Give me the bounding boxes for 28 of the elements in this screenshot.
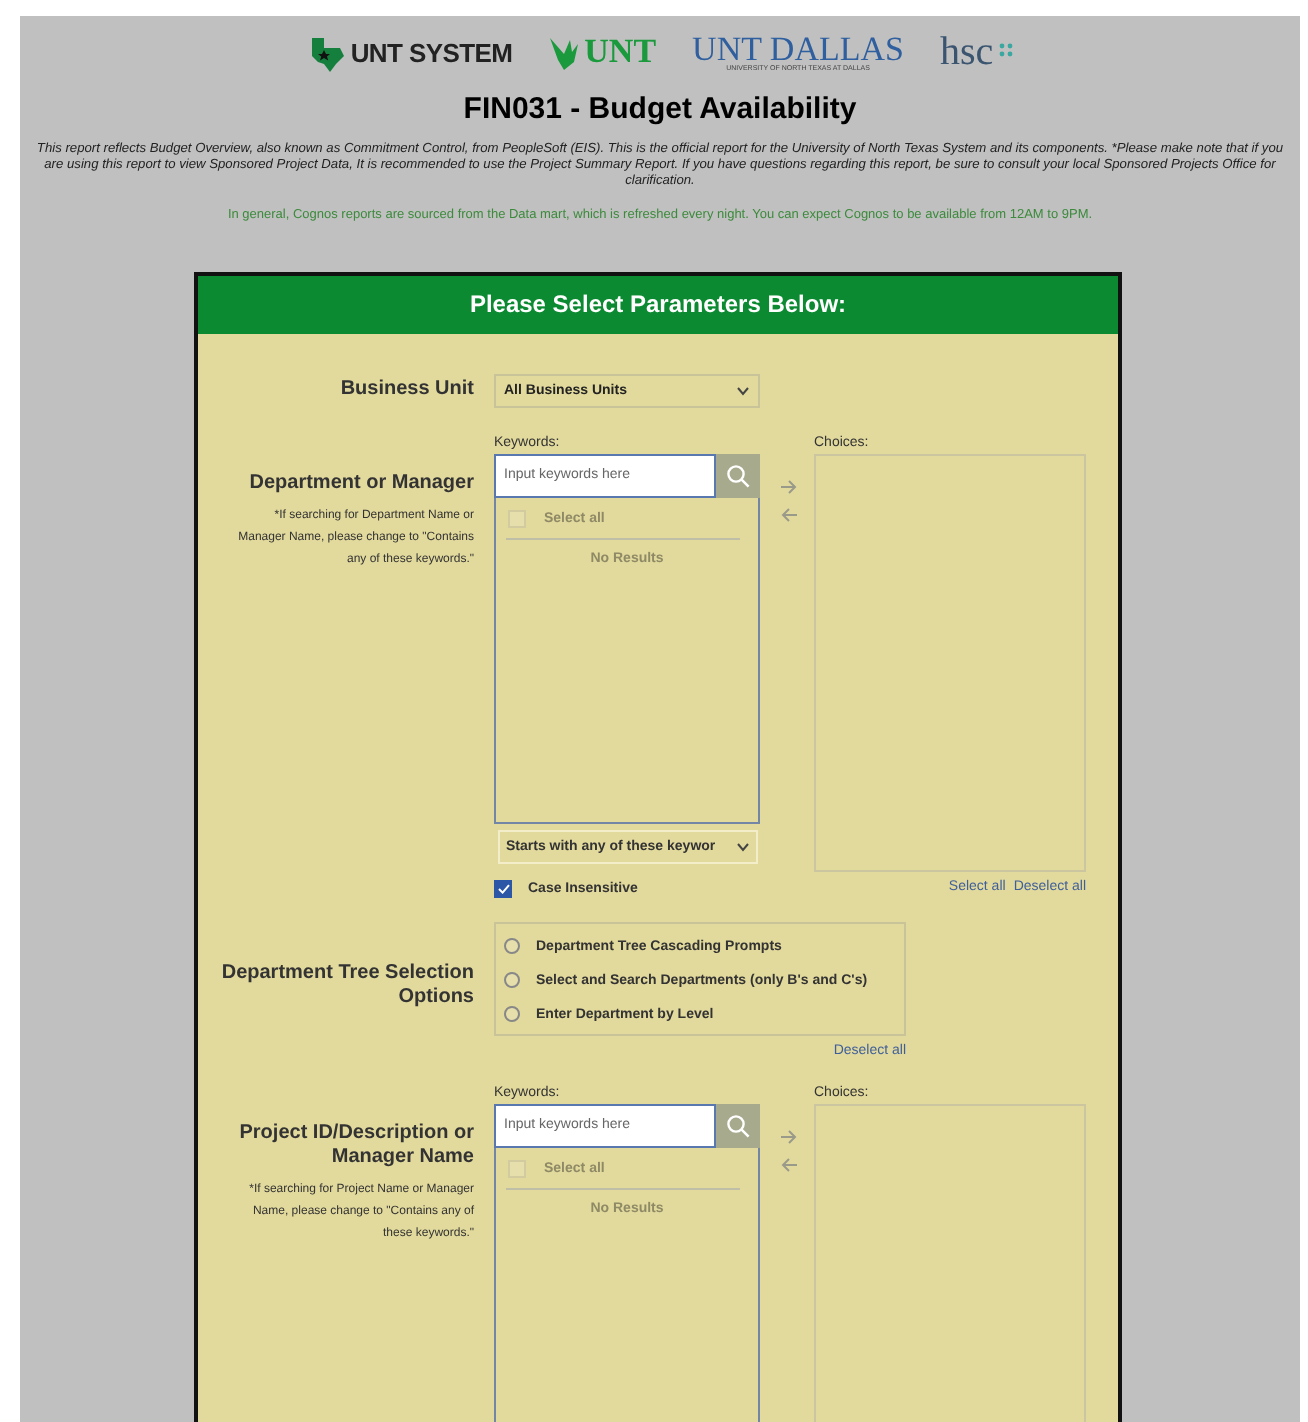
report-title: FIN031 - Budget Availability: [461, 92, 859, 126]
caret-icon: [736, 841, 750, 852]
search-button[interactable]: [716, 1103, 760, 1148]
logo-text: UNT: [584, 32, 657, 72]
radio-button[interactable]: [504, 938, 520, 955]
caret-icon: [736, 385, 750, 396]
field-label: Business Unit: [338, 378, 474, 403]
panel-header: Please Select Parameters Below:: [198, 275, 1118, 334]
right-arrow-icon[interactable]: [780, 1127, 798, 1146]
field-label: Project ID/Description or Manager Name: [237, 1121, 474, 1170]
radio-button[interactable]: [504, 1006, 520, 1023]
field-label: Department Tree Selection Options: [219, 961, 474, 1010]
left-arrow-icon[interactable]: [780, 505, 798, 524]
texas-shape-icon: [306, 32, 347, 72]
search-icon: [726, 1113, 750, 1138]
search-button[interactable]: [716, 453, 760, 498]
search-icon: [726, 463, 750, 488]
logo-text: UNT DALLAS: [692, 31, 904, 66]
logo-text: hsc: [939, 29, 994, 75]
case-insensitive-checkbox[interactable]: [494, 879, 512, 898]
left-arrow-icon[interactable]: [780, 1155, 798, 1174]
field-label: Department or Manager: [247, 471, 474, 496]
dots-icon: [997, 42, 1014, 62]
radio-button[interactable]: [504, 972, 520, 989]
check-icon: [497, 883, 509, 894]
logo-text: UNT SYSTEM: [350, 37, 513, 67]
eagle-icon: [548, 34, 581, 70]
right-arrow-icon[interactable]: [780, 477, 798, 496]
